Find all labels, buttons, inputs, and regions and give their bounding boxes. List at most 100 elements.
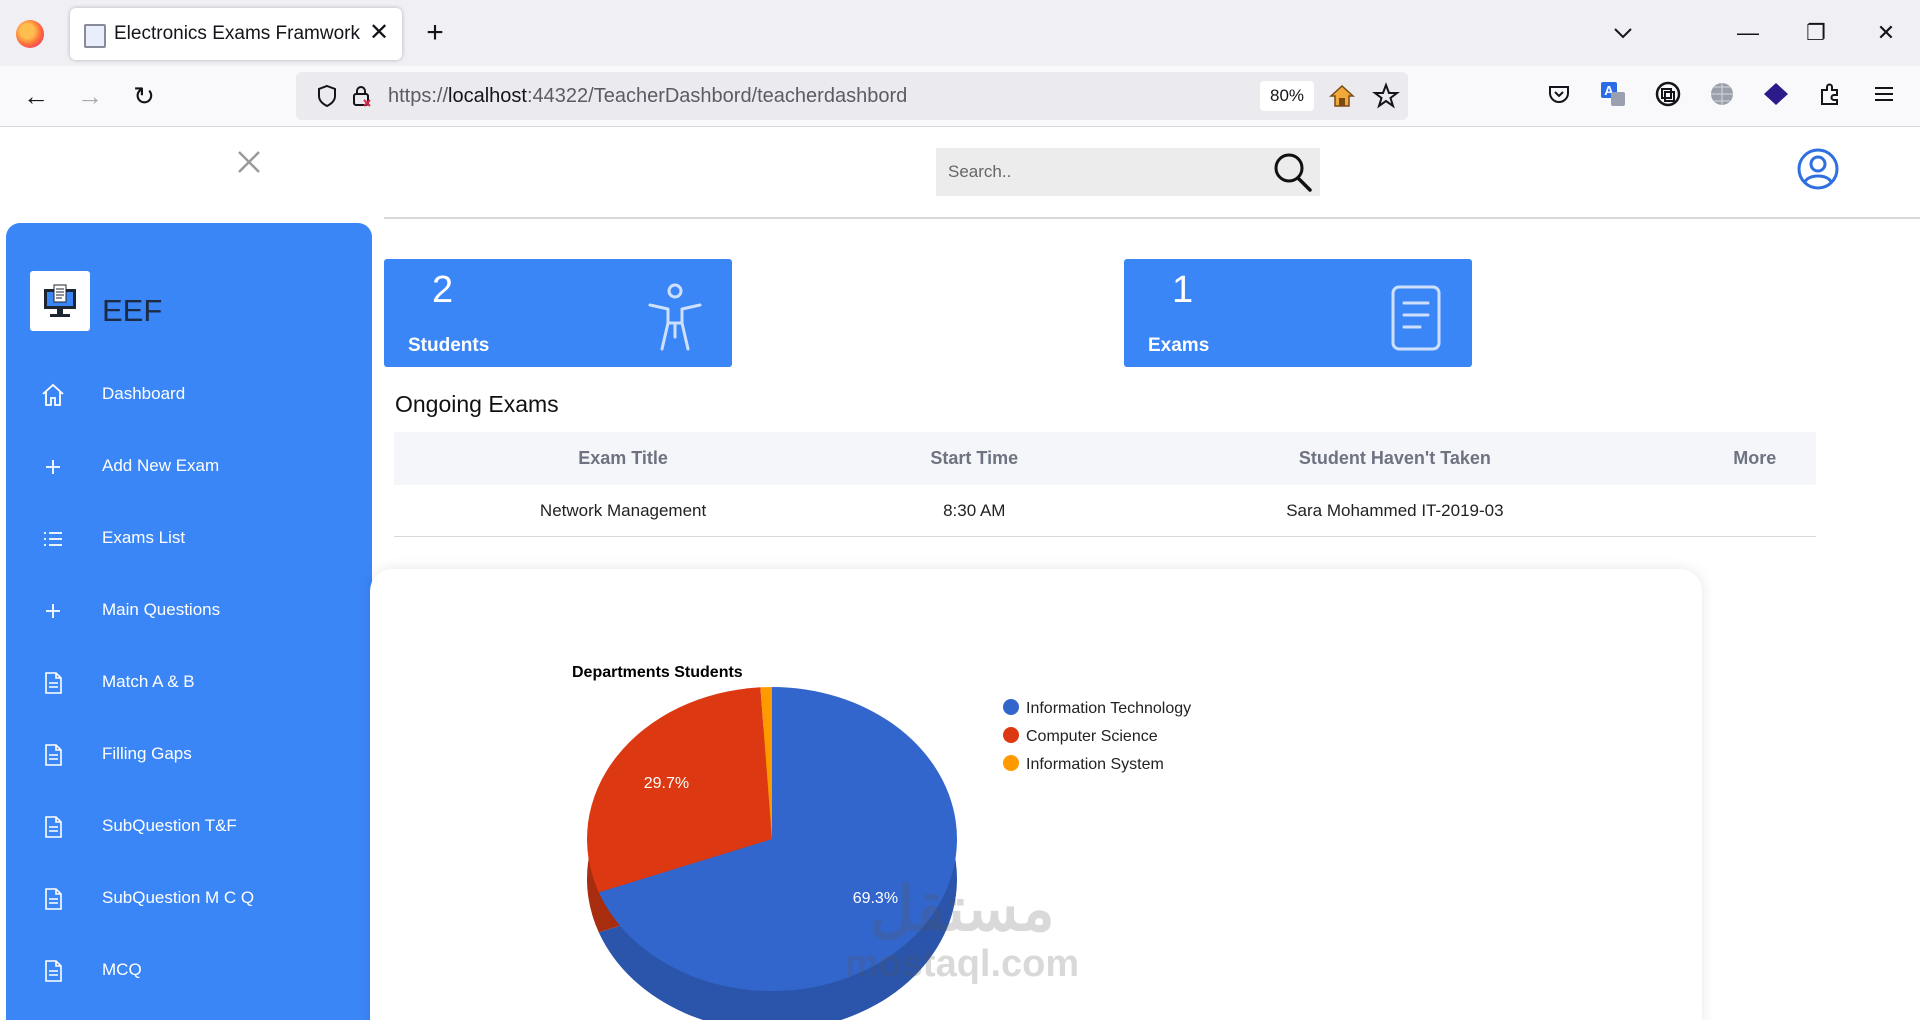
document-icon [45, 744, 62, 766]
chevron-down-icon[interactable] [1608, 18, 1638, 48]
person-accessibility-icon [648, 283, 702, 351]
list-icon [44, 532, 62, 546]
pocket-icon[interactable] [1545, 80, 1573, 108]
chart-title: Departments Students [572, 664, 743, 681]
hamburger-menu-icon[interactable] [1870, 80, 1898, 108]
browser-nav-bar: ← → ↻ https://localhost:44322/TeacherDas… [0, 66, 1920, 127]
stack-extension-icon[interactable] [1762, 80, 1790, 108]
url-host: localhost [448, 85, 527, 107]
url-bar[interactable]: https://localhost:44322/TeacherDashbord/… [296, 72, 1408, 120]
sidebar-item-match-a-b[interactable]: Match A & B [6, 656, 372, 712]
brand-name: EEF [102, 293, 163, 328]
pie-data-label: 69.3% [853, 890, 898, 907]
plus-icon [46, 460, 60, 474]
sidebar-item-exams-list[interactable]: Exams List [6, 512, 372, 568]
url-scheme: https:// [388, 85, 449, 107]
legend-swatch [1003, 699, 1019, 715]
bookmark-star-icon[interactable] [1372, 82, 1400, 110]
legend-label[interactable]: Computer Science [1026, 728, 1158, 745]
close-tab-icon[interactable]: ✕ [364, 18, 394, 48]
sidebar-item-label: Exams List [102, 528, 186, 547]
document-icon [45, 816, 62, 838]
top-bar [384, 127, 1920, 219]
url-text[interactable]: https://localhost:44322/TeacherDashbord/… [388, 85, 907, 108]
sidebar-item-mcq[interactable]: MCQ [6, 944, 372, 1000]
sidebar-item-subquestion-tf[interactable]: SubQuestion T&F [6, 800, 372, 856]
back-arrow-icon[interactable]: ← [19, 79, 53, 113]
document-icon [45, 888, 62, 910]
departments-pie-chart: Departments Students 69.3% 29.7% Informatio… [572, 664, 1191, 1020]
restore-icon[interactable]: ❐ [1796, 16, 1836, 50]
reload-icon[interactable]: ↻ [127, 79, 161, 113]
students-count: 2 [432, 269, 454, 311]
browser-tab-bar: Electronics Exams Framwork ✕ + — ❐ ✕ [0, 0, 1920, 66]
globe-icon[interactable] [1708, 80, 1736, 108]
pie-data-label: 29.7% [644, 775, 689, 792]
column-header[interactable]: Student Haven't Taken [1096, 432, 1694, 485]
zoom-level[interactable]: 80% [1260, 81, 1314, 111]
legend-swatch [1003, 755, 1019, 771]
extensions-puzzle-icon[interactable] [1816, 80, 1844, 108]
new-tab-icon[interactable]: + [418, 16, 452, 50]
user-profile-icon[interactable] [1796, 147, 1840, 191]
document-icon [45, 960, 62, 982]
column-header[interactable]: Exam Title [394, 432, 853, 485]
sidebar-item-label: MCQ [102, 960, 142, 979]
page-content: EEF Dashboard Add New Exam Exams List Ma… [0, 127, 1920, 1020]
students-label: Students [408, 335, 490, 356]
home-page-icon[interactable] [1328, 82, 1356, 110]
exams-stat-card[interactable]: 1 Exams [1124, 259, 1472, 367]
sidebar-item-main-questions[interactable]: Main Questions [6, 584, 372, 640]
search-box [936, 148, 1320, 196]
document-icon [1391, 285, 1441, 351]
students-stat-card[interactable]: 2 Students [384, 259, 732, 367]
tab-favicon-icon [84, 24, 106, 48]
lock-icon[interactable] [350, 84, 372, 108]
close-sidebar-icon[interactable] [232, 145, 266, 179]
sidebar-item-subquestion-mcq[interactable]: SubQuestion M C Q [6, 872, 372, 928]
sidebar-item-label: Dashboard [102, 384, 186, 403]
table-header-row: Exam Title Start Time Student Haven't Ta… [394, 432, 1816, 485]
sidebar-item-dashboard[interactable]: Dashboard [6, 368, 372, 424]
table-row[interactable]: Network Management 8:30 AM Sara Mohammed… [394, 485, 1816, 537]
tab-title: Electronics Exams Framwork [114, 23, 360, 44]
sidebar-item-filling-gaps[interactable]: Filling Gaps [6, 728, 372, 784]
ongoing-exams-title: Ongoing Exams [395, 391, 559, 417]
sidebar: EEF Dashboard Add New Exam Exams List Ma… [6, 223, 372, 1020]
column-header[interactable]: Start Time [852, 432, 1097, 485]
departments-chart-card: Departments Students 69.3% 29.7% Informatio… [370, 569, 1702, 1020]
exams-count: 1 [1172, 269, 1194, 311]
firefox-logo-icon[interactable] [16, 20, 44, 48]
search-input[interactable] [936, 148, 1266, 196]
brand-logo [30, 271, 90, 331]
sidebar-item-label: SubQuestion T&F [102, 816, 237, 835]
forward-arrow-icon[interactable]: → [73, 79, 107, 113]
sidebar-item-label: Main Questions [102, 600, 221, 619]
computer-logo-icon [44, 284, 76, 317]
column-header[interactable]: More [1693, 432, 1816, 485]
translate-icon[interactable]: A [1599, 80, 1627, 108]
browser-tab[interactable]: Electronics Exams Framwork ✕ [70, 8, 402, 60]
sidebar-item-label: Match A & B [102, 672, 195, 691]
exams-label: Exams [1148, 335, 1210, 356]
ongoing-exams-table: Exam Title Start Time Student Haven't Ta… [394, 432, 1816, 537]
home-icon [42, 383, 64, 406]
more-cell[interactable] [1693, 485, 1816, 537]
legend-label[interactable]: Information System [1026, 756, 1164, 773]
sidebar-item-label: SubQuestion M C Q [102, 888, 255, 907]
window-close-icon[interactable]: ✕ [1866, 16, 1906, 50]
url-path: :44322/TeacherDashbord/teacherdashbord [526, 85, 908, 107]
exam-title-cell: Network Management [394, 485, 853, 537]
sidebar-item-label: Add New Exam [102, 456, 220, 475]
students-not-taken-cell: Sara Mohammed IT-2019-03 [1096, 485, 1694, 537]
extension-link-icon[interactable] [1654, 80, 1682, 108]
legend-swatch [1003, 727, 1019, 743]
search-icon[interactable] [1270, 150, 1316, 194]
minimize-icon[interactable]: — [1728, 16, 1768, 50]
document-icon [45, 672, 62, 694]
legend-label[interactable]: Information Technology [1026, 700, 1191, 717]
shield-icon[interactable] [316, 84, 338, 108]
sidebar-item-add-new-exam[interactable]: Add New Exam [6, 440, 372, 496]
sidebar-item-label: Filling Gaps [102, 744, 192, 763]
start-time-cell: 8:30 AM [852, 485, 1097, 537]
